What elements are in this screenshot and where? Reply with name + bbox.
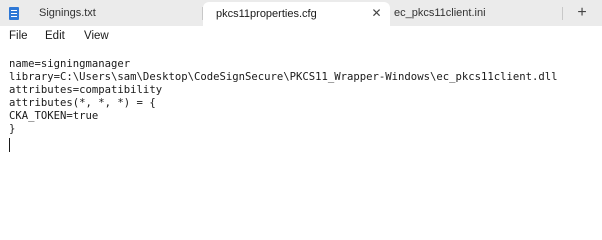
- text-caret: [9, 138, 10, 152]
- text-editor[interactable]: name=signingmanager library=C:\Users\sam…: [0, 48, 602, 216]
- menu-view[interactable]: View: [84, 30, 109, 42]
- editor-line: CKA_TOKEN=true: [9, 110, 99, 123]
- tab-ec-pkcs11client[interactable]: ec_pkcs11client.ini: [390, 0, 562, 26]
- editor-content[interactable]: name=signingmanager library=C:\Users\sam…: [9, 58, 558, 137]
- editor-line: name=signingmanager: [9, 58, 131, 70]
- tab-label: pkcs11properties.cfg: [216, 8, 317, 20]
- plus-icon[interactable]: +: [573, 4, 591, 22]
- tab-pkcs11properties[interactable]: pkcs11properties.cfg ✕: [203, 2, 390, 26]
- editor-line: library=C:\Users\sam\Desktop\CodeSignSec…: [9, 71, 558, 84]
- editor-line: attributes(*, *, *) = {: [9, 97, 156, 110]
- menu-edit[interactable]: Edit: [45, 30, 65, 42]
- tab-separator: [562, 7, 563, 20]
- tab-signings[interactable]: Signings.txt: [0, 0, 202, 26]
- editor-line: attributes=compatibility: [9, 84, 163, 97]
- menu-file[interactable]: File: [9, 30, 28, 42]
- tab-label: Signings.txt: [39, 7, 96, 19]
- editor-line: }: [9, 123, 16, 136]
- tab-bar: Signings.txt pkcs11properties.cfg ✕ ec_p…: [0, 0, 602, 26]
- notepad-file-icon: [9, 7, 19, 20]
- menu-bar: File Edit View: [0, 26, 602, 48]
- close-icon[interactable]: ✕: [370, 7, 383, 20]
- tab-label: ec_pkcs11client.ini: [394, 7, 486, 19]
